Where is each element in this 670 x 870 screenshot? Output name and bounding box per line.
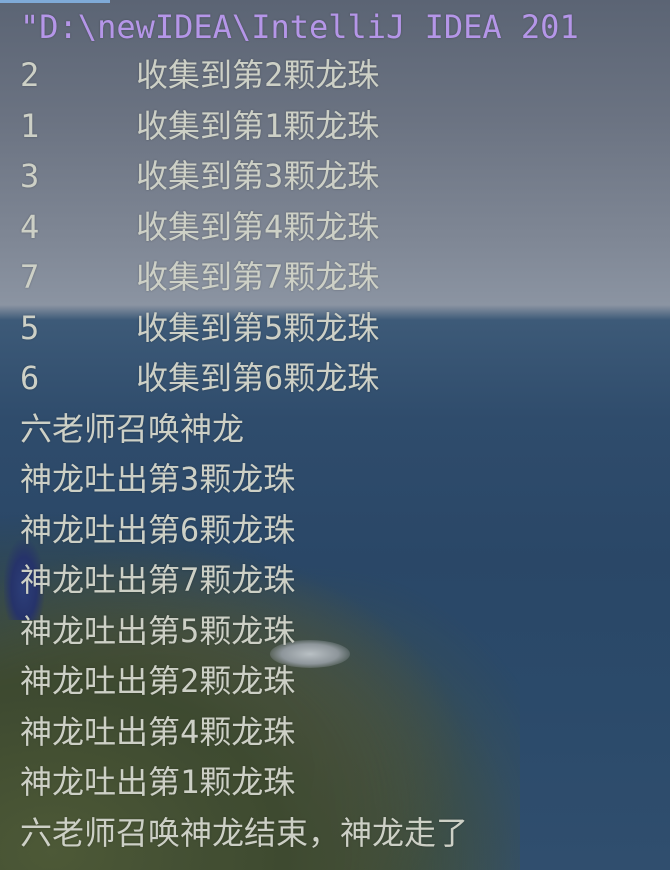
thread-number: 1 (20, 106, 40, 145)
console-line-released: 神龙吐出第3颗龙珠 (20, 460, 296, 498)
console-line-released: 神龙吐出第2颗龙珠 (20, 662, 296, 700)
collected-text: 收集到第5颗龙珠 (136, 308, 380, 347)
console-line-summon-start: 六老师召唤神龙 (20, 409, 245, 448)
thread-number: 3 (20, 157, 40, 195)
collected-text: 收集到第7颗龙珠 (136, 258, 380, 296)
thread-number: 4 (20, 207, 40, 246)
console-line-collected: 7 收集到第7颗龙珠 (20, 252, 670, 303)
console-line-collected: 6 收集到第6颗龙珠 (20, 353, 670, 404)
console-line-collected: 1 收集到第1颗龙珠 (20, 101, 670, 152)
console-line-released: 神龙吐出第1颗龙珠 (20, 763, 296, 801)
collected-text: 收集到第6颗龙珠 (136, 359, 380, 397)
collected-text: 收集到第2颗龙珠 (136, 56, 380, 94)
console-line-released: 神龙吐出第5颗龙珠 (20, 611, 296, 650)
command-line: "D:\newIDEA\IntelliJ IDEA 201 (20, 8, 579, 46)
collected-text: 收集到第1颗龙珠 (136, 106, 380, 145)
console-line-collected: 3 收集到第3颗龙珠 (20, 151, 670, 202)
console-line-released: 神龙吐出第7颗龙珠 (20, 561, 296, 599)
run-console-output[interactable]: "D:\newIDEA\IntelliJ IDEA 201 2 收集到第2颗龙珠 … (0, 0, 670, 870)
console-line-collected: 5 收集到第5颗龙珠 (20, 303, 670, 354)
thread-number: 6 (20, 359, 40, 397)
console-line-summon-end: 六老师召唤神龙结束，神龙走了 (20, 813, 469, 852)
thread-number: 2 (20, 56, 40, 94)
console-line-collected: 2 收集到第2颗龙珠 (20, 50, 670, 101)
collected-text: 收集到第3颗龙珠 (136, 157, 380, 195)
collected-text: 收集到第4颗龙珠 (136, 207, 380, 246)
console-line-released: 神龙吐出第6颗龙珠 (20, 510, 296, 549)
thread-number: 5 (20, 308, 40, 347)
thread-number: 7 (20, 258, 40, 296)
console-line-released: 神龙吐出第4颗龙珠 (20, 712, 296, 751)
console-line-collected: 4 收集到第4颗龙珠 (20, 202, 670, 253)
